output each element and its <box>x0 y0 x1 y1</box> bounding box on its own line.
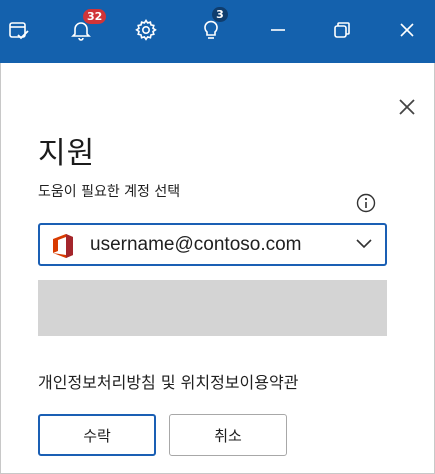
restore-button[interactable] <box>324 12 360 48</box>
cancel-button[interactable]: 취소 <box>169 414 287 456</box>
minimize-icon <box>271 29 285 31</box>
support-dialog <box>0 63 435 474</box>
window-close-button[interactable] <box>389 12 425 48</box>
notifications-button[interactable]: 32 <box>63 8 108 48</box>
privacy-policy-link[interactable]: 개인정보처리방침 및 위치정보이용약관 <box>38 369 298 393</box>
accept-button[interactable]: 수락 <box>38 414 156 456</box>
close-icon <box>400 23 414 37</box>
notification-count-badge: 32 <box>82 8 108 25</box>
office-logo-icon <box>53 234 73 258</box>
info-icon[interactable] <box>356 193 376 213</box>
tips-button[interactable]: 3 <box>193 6 229 48</box>
gear-icon[interactable] <box>128 12 164 48</box>
account-select-value: username@contoso.com <box>90 234 302 255</box>
account-select-label: 도움이 필요한 계정 선택 <box>38 184 181 200</box>
tips-count-badge: 3 <box>211 6 229 23</box>
minimize-button[interactable] <box>260 12 296 48</box>
close-icon <box>399 99 415 115</box>
title-bar: 32 3 <box>0 0 435 63</box>
account-select[interactable]: username@contoso.com <box>38 223 387 266</box>
chevron-down-icon <box>356 239 372 249</box>
dialog-title: 지원 <box>38 136 96 171</box>
dialog-close-button[interactable] <box>396 96 418 118</box>
calendar-check-icon[interactable] <box>1 12 37 48</box>
restore-icon <box>334 22 350 38</box>
content-placeholder <box>38 280 387 336</box>
